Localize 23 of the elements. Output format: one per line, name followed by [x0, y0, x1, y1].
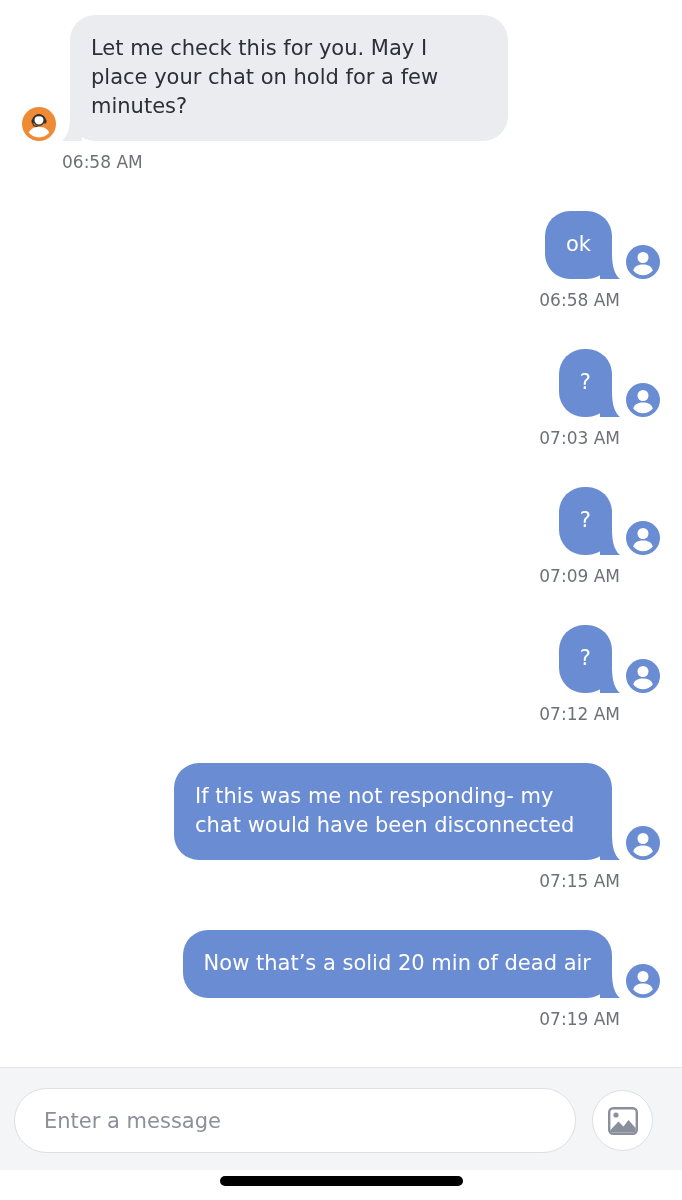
message-bubble: Let me check this for you. May I place your chat on hold for a few minutes? — [62, 15, 508, 141]
message-input[interactable]: Enter a message — [14, 1088, 576, 1153]
message-bubble: ? — [558, 487, 620, 555]
person-icon — [626, 826, 660, 860]
timestamp: 07:19 AM — [539, 1009, 620, 1029]
person-icon — [626, 659, 660, 693]
timestamp: 07:09 AM — [539, 566, 620, 586]
timestamp: 07:15 AM — [539, 871, 620, 891]
timestamp: 07:03 AM — [539, 428, 620, 448]
person-icon — [626, 964, 660, 998]
timestamp: 06:58 AM — [62, 152, 143, 172]
message-bubble: If this was me not responding- my chat would have been disconnected — [174, 763, 620, 860]
timestamp: 06:58 AM — [539, 290, 620, 310]
headset-person-icon — [22, 107, 56, 141]
message-bubble: Now that’s a solid 20 min of dead air — [182, 930, 620, 998]
person-icon — [626, 245, 660, 279]
image-icon — [607, 1106, 638, 1135]
message-bubble: ? — [558, 349, 620, 417]
message-bubble: ? — [558, 625, 620, 693]
person-icon — [626, 383, 660, 417]
message-bubble: ok — [545, 211, 620, 279]
person-icon — [626, 521, 660, 555]
timestamp: 07:12 AM — [539, 704, 620, 724]
